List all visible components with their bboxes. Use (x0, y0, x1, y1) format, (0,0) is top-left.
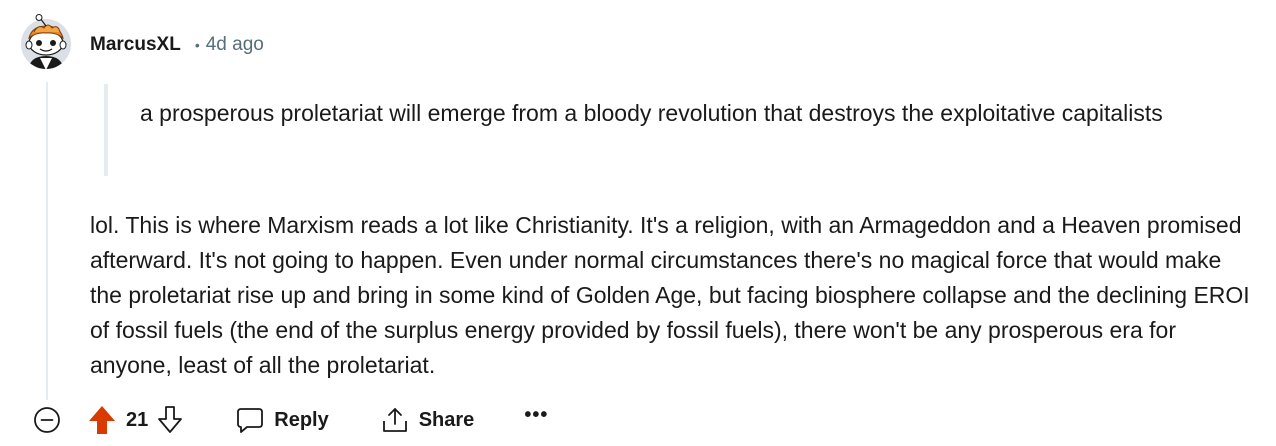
share-label: Share (418, 408, 475, 431)
comment-timestamp[interactable]: 4d ago (206, 33, 264, 57)
vote-score: 21 (126, 408, 149, 431)
quote-text: a prosperous proletariat will emerge fro… (140, 100, 1163, 126)
downvote-arrow-icon (158, 406, 183, 433)
blockquote: a prosperous proletariat will emerge fro… (104, 84, 1164, 176)
more-options-button[interactable]: ••• (524, 404, 548, 427)
comment: MarcusXL • 4d ago a prosperous proletari… (0, 0, 1276, 446)
upvote-button[interactable] (88, 405, 116, 435)
comment-body: lol. This is where Marxism reads a lot l… (90, 212, 1250, 378)
snoo-avatar-icon (21, 14, 71, 69)
collapse-button[interactable] (32, 405, 62, 435)
upvote-arrow-icon (89, 406, 115, 434)
comment-action-bar: 21 Reply Share ••• (32, 398, 548, 442)
reply-button[interactable]: Reply (236, 406, 329, 434)
share-upload-icon (382, 408, 407, 432)
share-button[interactable]: Share (381, 406, 475, 434)
minus-circle-icon (34, 407, 60, 433)
thread-line[interactable] (46, 82, 48, 400)
comment-meta: MarcusXL • 4d ago (90, 33, 264, 57)
meta-separator: • (194, 37, 200, 53)
speech-bubble-icon (237, 408, 264, 433)
vote-controls: 21 (88, 405, 184, 435)
author-name[interactable]: MarcusXL (90, 33, 181, 57)
reply-label: Reply (274, 408, 329, 431)
downvote-button[interactable] (156, 405, 184, 435)
user-avatar[interactable] (20, 14, 72, 70)
